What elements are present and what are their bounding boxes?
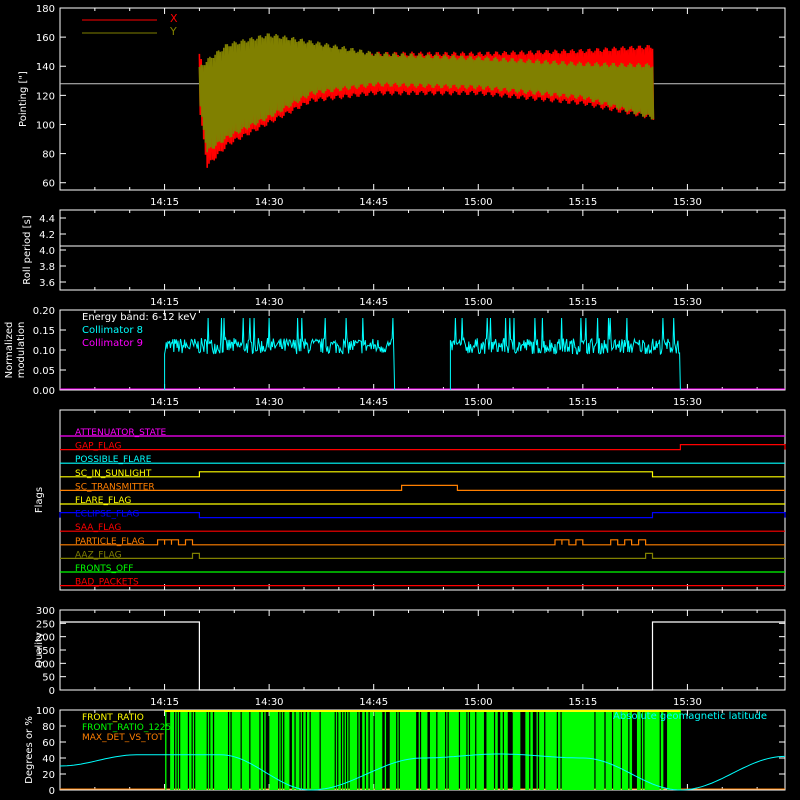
pointing-y-tick-label: 60 (42, 179, 55, 190)
pointing-x-tick-label: 15:00 (464, 197, 493, 208)
pointing-y-tick-label: 160 (36, 33, 55, 44)
ratios-y-tick-label: 40 (42, 754, 55, 765)
energy-band-annotation: Energy band: 6-12 keV (82, 312, 196, 323)
flag-label-eclipse-flag: ECLIPSE_FLAG (75, 510, 139, 520)
modulation-y-tick-label: 0.20 (33, 306, 55, 317)
legend-label-front-ratio: FRONT_RATIO (82, 713, 144, 723)
flags-x-tick-label: 15:15 (568, 397, 597, 408)
flags-x-tick-label: 14:15 (150, 397, 179, 408)
modulation-y-tick-label: 0.05 (33, 366, 55, 377)
flags-y-axis-label: Flags (34, 487, 45, 513)
modulation-y-axis-label: modulation (16, 322, 27, 379)
pointing-x-tick-label: 14:30 (255, 197, 284, 208)
pointing-x-tick-label: 14:15 (150, 197, 179, 208)
modulation-y-tick-label: 0.10 (33, 346, 55, 357)
quality-x-tick-label: 14:30 (255, 697, 284, 708)
pointing-y-tick-label: 180 (36, 4, 55, 15)
flag-label-particle-flag: PARTICLE_FLAG (75, 537, 145, 547)
quality-x-tick-label: 15:30 (673, 697, 702, 708)
legend-label-front-ratio-1225: FRONT_RATIO_1225 (82, 723, 171, 733)
modulation-x-tick-label: 14:15 (150, 297, 179, 308)
pointing-x-tick-label: 15:15 (568, 197, 597, 208)
modulation-y-axis-label: Normalized (4, 322, 15, 379)
roll-y-tick-label: 3.8 (39, 262, 55, 273)
ratios-y-tick-label: 60 (42, 738, 55, 749)
modulation-x-tick-label: 14:30 (255, 297, 284, 308)
legend-label-y: Y (169, 25, 177, 38)
modulation-x-tick-label: 14:45 (359, 297, 388, 308)
flag-label-aaz-flag: AAZ_FLAG (75, 550, 122, 560)
ratios-y-tick-label: 20 (42, 770, 55, 781)
roll-y-tick-label: 3.6 (39, 278, 55, 289)
flags-x-tick-label: 14:30 (255, 397, 284, 408)
ratios-y-tick-label: 100 (36, 706, 55, 717)
flag-label-attenuator-state: ATTENUATOR_STATE (75, 428, 167, 438)
pointing-y-axis-label: Pointing ["] (18, 71, 29, 127)
quality-x-tick-label: 14:45 (359, 697, 388, 708)
legend-label-geomagnetic-latitude: Absolute geomagnetic latitude (613, 711, 767, 722)
legend-label-collimator-9: Collimator 9 (82, 338, 143, 349)
roll-y-axis-label: Roll period [s] (22, 215, 33, 284)
quality-y-tick-label: 250 (36, 619, 55, 630)
ratios-y-tick-label: 0 (49, 786, 55, 797)
flag-label-gap-flag: GAP_FLAG (75, 442, 121, 452)
quality-x-tick-label: 15:15 (568, 697, 597, 708)
flag-label-fronts-off: FRONTS_OFF (75, 564, 133, 574)
roll-y-tick-label: 4.2 (39, 230, 55, 241)
flags-x-tick-label: 15:00 (464, 397, 493, 408)
pointing-y-tick-label: 120 (36, 91, 55, 102)
quality-x-tick-label: 15:00 (464, 697, 493, 708)
quality-x-tick-label: 14:15 (150, 697, 179, 708)
flags-x-tick-label: 15:30 (673, 397, 702, 408)
pointing-x-tick-label: 14:45 (359, 197, 388, 208)
flag-label-sc-in-sunlight: SC_IN_SUNLIGHT (75, 469, 152, 479)
ratios-y-axis-label: Degrees or % (24, 716, 35, 784)
modulation-y-tick-label: 0.15 (33, 326, 55, 337)
legend-label-max-det-vs-tot: MAX_DET_VS_TOT (82, 733, 164, 743)
roll-y-tick-label: 4.4 (39, 214, 55, 225)
flag-label-sc-transmitter: SC_TRANSMITTER (75, 482, 155, 492)
chart-figure: 14:15 14:30 14:45 15:00 15:15 15:30 60 80 100 120… (0, 0, 800, 800)
pointing-y-tick-label: 80 (42, 150, 55, 161)
flags-x-tick-label: 14:45 (359, 397, 388, 408)
pointing-y-tick-label: 100 (36, 120, 55, 131)
modulation-x-tick-label: 15:15 (568, 297, 597, 308)
quality-y-tick-label: 0 (49, 686, 55, 697)
roll-y-tick-label: 4.0 (39, 246, 55, 257)
quality-y-axis-label: Quality (34, 632, 45, 668)
multi-panel-chart: 14:15 14:30 14:45 15:00 15:15 15:30 60 80 100 120… (0, 0, 800, 800)
legend-label-x: X (170, 12, 178, 25)
quality-y-tick-label: 300 (36, 606, 55, 617)
flag-label-bad-packets: BAD_PACKETS (75, 578, 139, 588)
flag-label-possible-flare: POSSIBLE_FLARE (75, 455, 152, 465)
flag-label-saa-flag: SAA_FLAG (75, 523, 121, 533)
modulation-y-tick-label: 0.00 (33, 386, 55, 397)
legend-label-collimator-8: Collimator 8 (82, 325, 143, 336)
quality-y-tick-label: 50 (42, 673, 55, 684)
pointing-x-tick-label: 15:30 (673, 197, 702, 208)
front-ratio-1225-spikes (165, 710, 681, 790)
modulation-x-tick-label: 15:30 (673, 297, 702, 308)
pointing-y-tick-label: 140 (36, 62, 55, 73)
ratios-y-tick-label: 80 (42, 722, 55, 733)
modulation-x-tick-label: 15:00 (464, 297, 493, 308)
flag-label-flare-flag: FLARE_FLAG (75, 496, 131, 506)
